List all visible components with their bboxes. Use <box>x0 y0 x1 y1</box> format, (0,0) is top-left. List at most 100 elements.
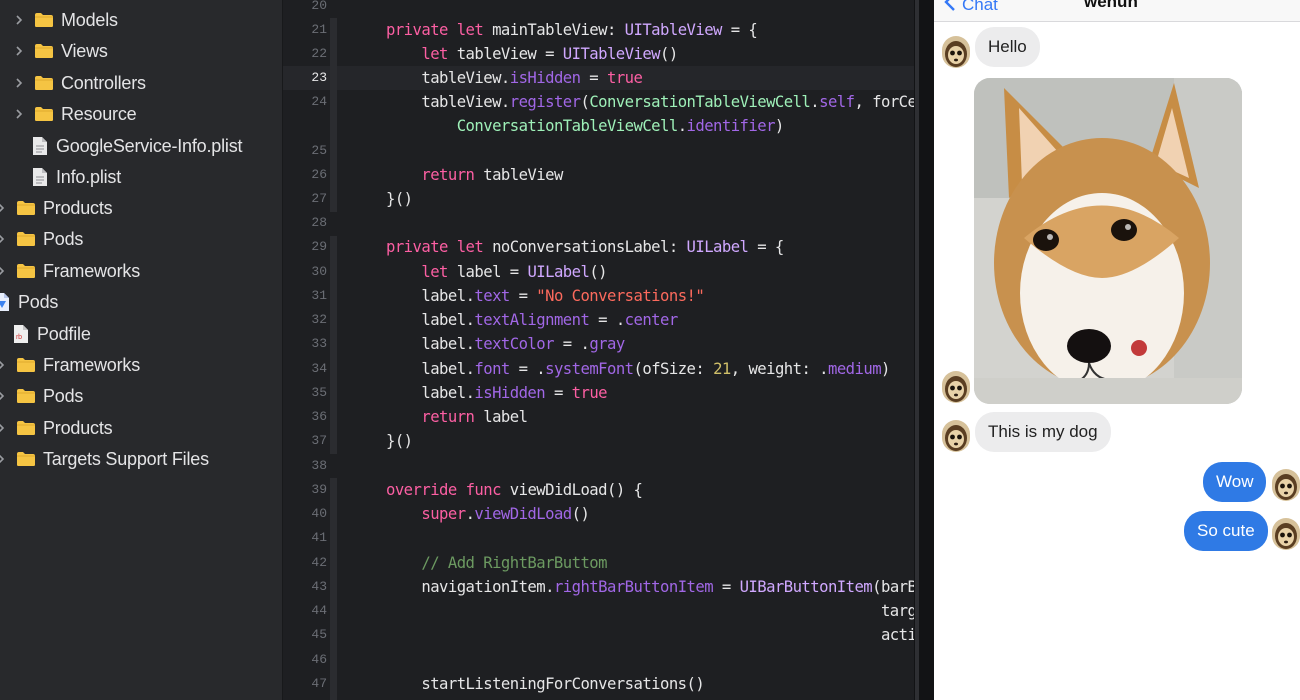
plist-file-icon <box>32 167 48 187</box>
line-number: 42 <box>311 555 327 570</box>
code-line[interactable]: label.isHidden = true <box>386 381 607 405</box>
message-bubble-incoming[interactable]: This is my dog <box>975 412 1111 452</box>
code-line[interactable]: let tableView = UITableView() <box>386 42 678 66</box>
code-line[interactable]: label.textColor = .gray <box>386 332 625 356</box>
nav-item-resource[interactable]: Resource <box>13 100 137 128</box>
avatar <box>942 36 970 68</box>
photo-message[interactable] <box>974 78 1242 404</box>
nav-item-label: Podfile <box>37 323 91 344</box>
avatar <box>1272 518 1300 550</box>
line-number: 24 <box>311 94 327 109</box>
folder-icon <box>34 12 54 28</box>
code-line[interactable]: targe <box>386 599 926 623</box>
message-bubble-incoming[interactable]: Hello <box>975 27 1040 67</box>
nav-item-views[interactable]: Views <box>13 37 108 65</box>
line-number: 34 <box>311 361 327 376</box>
back-button[interactable]: Chat <box>944 0 998 17</box>
nav-item-pods-2[interactable]: Pods <box>0 382 83 410</box>
chevron-right-icon[interactable] <box>13 14 25 26</box>
code-line[interactable]: label.text = "No Conversations!" <box>386 284 704 308</box>
code-line[interactable]: private let mainTableView: UITableView =… <box>386 18 758 42</box>
nav-item-podfile[interactable]: rb Podfile <box>13 320 91 348</box>
line-number: 32 <box>311 312 327 327</box>
line-number: 41 <box>311 530 327 545</box>
nav-item-targets-support-files[interactable]: Targets Support Files <box>0 445 209 473</box>
nav-item-frameworks-2[interactable]: Frameworks <box>0 351 140 379</box>
code-line[interactable]: }() <box>386 187 413 211</box>
nav-item-label: Frameworks <box>43 260 141 281</box>
code-fold-ribbon[interactable] <box>330 236 337 454</box>
line-number: 28 <box>311 215 327 230</box>
code-line[interactable]: private let noConversationsLabel: UILabe… <box>386 235 784 259</box>
code-fold-ribbon[interactable] <box>330 478 337 700</box>
code-line[interactable]: }() <box>386 429 413 453</box>
simulator-screen: Chat wenun Hello This is my dog Wow So c… <box>934 0 1300 700</box>
line-number: 21 <box>311 22 327 37</box>
chevron-right-icon[interactable] <box>13 108 25 120</box>
code-line[interactable]: return tableView <box>386 163 563 187</box>
folder-icon <box>16 451 36 467</box>
folder-icon <box>34 106 54 122</box>
code-line[interactable]: override func viewDidLoad() { <box>386 478 643 502</box>
message-bubble-outgoing[interactable]: Wow <box>1203 462 1267 502</box>
chevron-right-icon[interactable] <box>0 233 7 245</box>
avatar <box>942 420 970 452</box>
chevron-right-icon[interactable] <box>0 453 7 465</box>
code-line[interactable]: let label = UILabel() <box>386 260 607 284</box>
nav-item-pods-project[interactable]: Pods <box>0 288 58 316</box>
nav-item-label: Info.plist <box>56 166 122 187</box>
folder-icon <box>34 43 54 59</box>
nav-item-label: Views <box>61 40 108 61</box>
chevron-right-icon[interactable] <box>13 77 25 89</box>
code-line-current[interactable]: tableView.isHidden = true <box>386 66 643 90</box>
folder-icon <box>16 231 36 247</box>
editor-scrollbar[interactable] <box>915 0 919 700</box>
nav-item-info-plist[interactable]: Info.plist <box>32 163 121 191</box>
code-line[interactable]: label.font = .systemFont(ofSize: 21, wei… <box>386 357 890 381</box>
line-number: 35 <box>311 385 327 400</box>
nav-item-models[interactable]: Models <box>13 6 118 34</box>
chevron-right-icon[interactable] <box>0 265 7 277</box>
nav-item-frameworks[interactable]: Frameworks <box>0 257 140 285</box>
conversation-title: wenun <box>1084 0 1138 11</box>
nav-item-pods[interactable]: Pods <box>0 225 83 253</box>
nav-item-products[interactable]: Products <box>0 194 113 222</box>
code-fold-ribbon[interactable] <box>330 18 337 212</box>
chevron-right-icon[interactable] <box>0 202 7 214</box>
chevron-right-icon[interactable] <box>0 390 7 402</box>
chevron-right-icon[interactable] <box>13 45 25 57</box>
navigation-bar: Chat wenun <box>934 0 1300 22</box>
code-line[interactable]: ConversationTableViewCell.identifier) <box>386 114 785 138</box>
line-number: 30 <box>311 264 327 279</box>
folder-icon <box>16 388 36 404</box>
line-number: 26 <box>311 167 327 182</box>
code-line[interactable]: label.textAlignment = .center <box>386 308 678 332</box>
code-line[interactable]: startListeningForConversations() <box>386 672 704 696</box>
code-line[interactable]: actio <box>386 623 926 647</box>
nav-item-products-2[interactable]: Products <box>0 414 113 442</box>
nav-item-controllers[interactable]: Controllers <box>13 69 146 97</box>
ruby-file-icon: rb <box>13 324 29 344</box>
code-line[interactable]: return label <box>386 405 528 429</box>
nav-item-label: GoogleService-Info.plist <box>56 135 243 156</box>
line-number: 25 <box>311 143 327 158</box>
message-bubble-outgoing[interactable]: So cute <box>1184 511 1268 551</box>
code-line[interactable]: navigationItem.rightBarButtonItem = UIBa… <box>386 575 925 599</box>
svg-text:rb: rb <box>16 334 22 341</box>
dog-photo <box>974 78 1242 404</box>
line-number: 36 <box>311 409 327 424</box>
code-line[interactable]: tableView.register(ConversationTableView… <box>386 90 925 114</box>
code-line[interactable]: super.viewDidLoad() <box>386 502 590 526</box>
code-line[interactable]: // Add RightBarButtom <box>386 551 607 575</box>
line-number: 46 <box>311 652 327 667</box>
line-number: 40 <box>311 506 327 521</box>
nav-item-label: Resource <box>61 103 137 124</box>
line-number: 37 <box>311 433 327 448</box>
chevron-right-icon[interactable] <box>0 359 7 371</box>
chevron-right-icon[interactable] <box>0 422 7 434</box>
split-divider[interactable] <box>914 0 934 700</box>
nav-item-label: Targets Support Files <box>43 448 209 469</box>
nav-item-label: Pods <box>43 228 84 249</box>
nav-item-googleservice-plist[interactable]: GoogleService-Info.plist <box>32 132 242 160</box>
chevron-left-icon <box>944 0 956 17</box>
